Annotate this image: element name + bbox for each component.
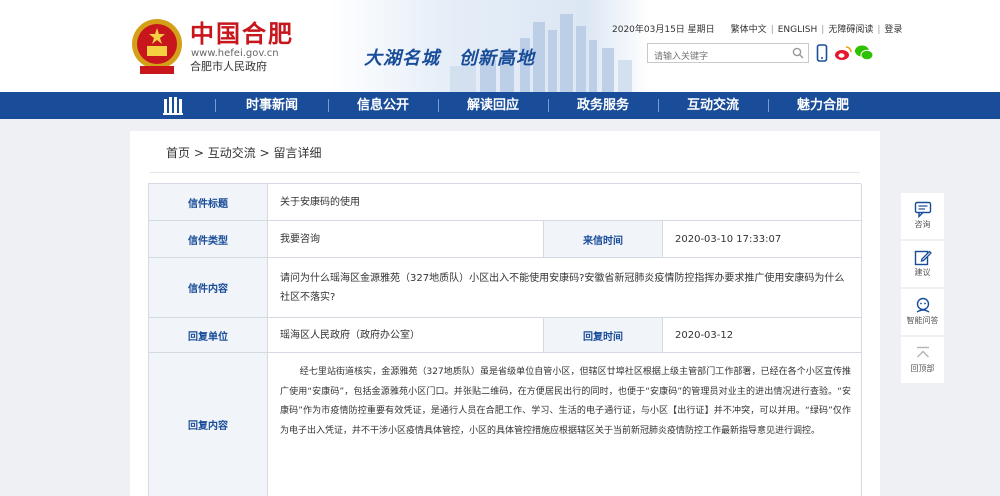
value-letter-date: 2020-03-10 17:33:07 (663, 221, 862, 258)
label-letter-date: 来信时间 (544, 221, 663, 258)
value-reply-content: 经七里站街道核实，金源雅苑（327地质队）虽是省级单位自管小区，但辖区廿埠社区根… (268, 353, 862, 496)
sidebar-label-smart-qa: 智能问答 (906, 316, 939, 325)
label-letter-content: 信件内容 (149, 258, 268, 318)
mobile-icon[interactable] (816, 44, 828, 66)
site-name: 中国合肥 (190, 20, 294, 48)
label-reply-content: 回复内容 (149, 353, 268, 496)
value-reply-date: 2020-03-12 (663, 318, 862, 353)
nav-item-charm-hefei[interactable]: 魅力合肥 (797, 92, 849, 119)
link-login[interactable]: 登录 (884, 25, 902, 35)
weibo-icon[interactable] (834, 44, 852, 66)
social-links (816, 44, 876, 62)
sidebar-label-back-to-top: 回顶部 (910, 364, 935, 373)
search-box (647, 43, 809, 66)
link-english[interactable]: ENGLISH (778, 25, 818, 35)
value-letter-title: 关于安康码的使用 (268, 184, 862, 221)
nav-item-interaction[interactable]: 互动交流 (687, 92, 739, 119)
value-reply-unit: 瑶海区人民政府（政府办公室） (268, 318, 544, 353)
site-header: 中国合肥 www.hefei.gov.cn 合肥市人民政府 大湖名城 创新高地 … (0, 0, 1000, 92)
main-content: 首页 > 互动交流 > 留言详细 信件标题 关于安康码的使用 信件类型 我要咨询… (130, 131, 880, 496)
nav-item-gov-services[interactable]: 政务服务 (577, 92, 629, 119)
search-input[interactable] (648, 48, 788, 66)
current-date: 2020年03月15日 星期日 (612, 25, 715, 35)
top-links: 2020年03月15日 星期日 繁体中文 | ENGLISH | 无障碍阅读 | 登录 (612, 25, 903, 35)
slogan: 大湖名城 创新高地 (364, 48, 535, 69)
breadcrumb: 首页 > 互动交流 > 留言详细 (166, 146, 322, 160)
letter-detail-table: 信件标题 关于安康码的使用 信件类型 我要咨询 来信时间 2020-03-10 … (148, 183, 862, 496)
value-letter-content: 请问为什么瑶海区金源雅苑（327地质队）小区出入不能使用安康码?安徽省新冠肺炎疫… (268, 258, 862, 318)
label-reply-unit: 回复单位 (149, 318, 268, 353)
sidebar-suggest-button[interactable]: 建议 (901, 241, 944, 287)
value-letter-type: 我要咨询 (268, 221, 544, 258)
smart-qa-icon (916, 297, 929, 313)
breadcrumb-home[interactable]: 首页 (166, 146, 190, 160)
link-traditional-chinese[interactable]: 繁体中文 (731, 25, 767, 35)
link-accessibility[interactable]: 无障碍阅读 (828, 25, 873, 35)
sidebar-label-suggest: 建议 (914, 268, 931, 277)
breadcrumb-current: 留言详细 (273, 146, 322, 160)
site-url: www.hefei.gov.cn (191, 48, 279, 59)
home-icon[interactable] (162, 96, 184, 116)
suggest-edit-icon (914, 250, 932, 266)
city-skyline-banner (330, 0, 650, 92)
site-subtitle: 合肥市人民政府 (190, 60, 267, 73)
sidebar-smart-qa-button[interactable]: 智能问答 (901, 289, 944, 335)
breadcrumb-interaction[interactable]: 互动交流 (208, 146, 256, 160)
consult-icon (914, 201, 931, 218)
divider (150, 172, 860, 173)
label-reply-date: 回复时间 (544, 318, 663, 353)
nav-item-info-disclosure[interactable]: 信息公开 (357, 92, 409, 119)
wechat-icon[interactable] (854, 44, 874, 66)
sidebar-back-to-top-button[interactable]: 回顶部 (901, 337, 944, 383)
search-icon[interactable] (792, 47, 804, 59)
main-nav: 时事新闻 信息公开 解读回应 政务服务 互动交流 魅力合肥 (0, 92, 1000, 119)
sidebar-consult-button[interactable]: 咨询 (901, 193, 944, 239)
nav-item-interpretation[interactable]: 解读回应 (467, 92, 519, 119)
label-letter-type: 信件类型 (149, 221, 268, 258)
label-letter-title: 信件标题 (149, 184, 268, 221)
floating-sidebar: 咨询 建议 智能问答 回顶部 (901, 193, 944, 383)
national-emblem-logo (132, 19, 182, 74)
nav-item-news[interactable]: 时事新闻 (246, 92, 298, 119)
sidebar-label-consult: 咨询 (914, 220, 931, 229)
back-to-top-icon (916, 346, 929, 358)
